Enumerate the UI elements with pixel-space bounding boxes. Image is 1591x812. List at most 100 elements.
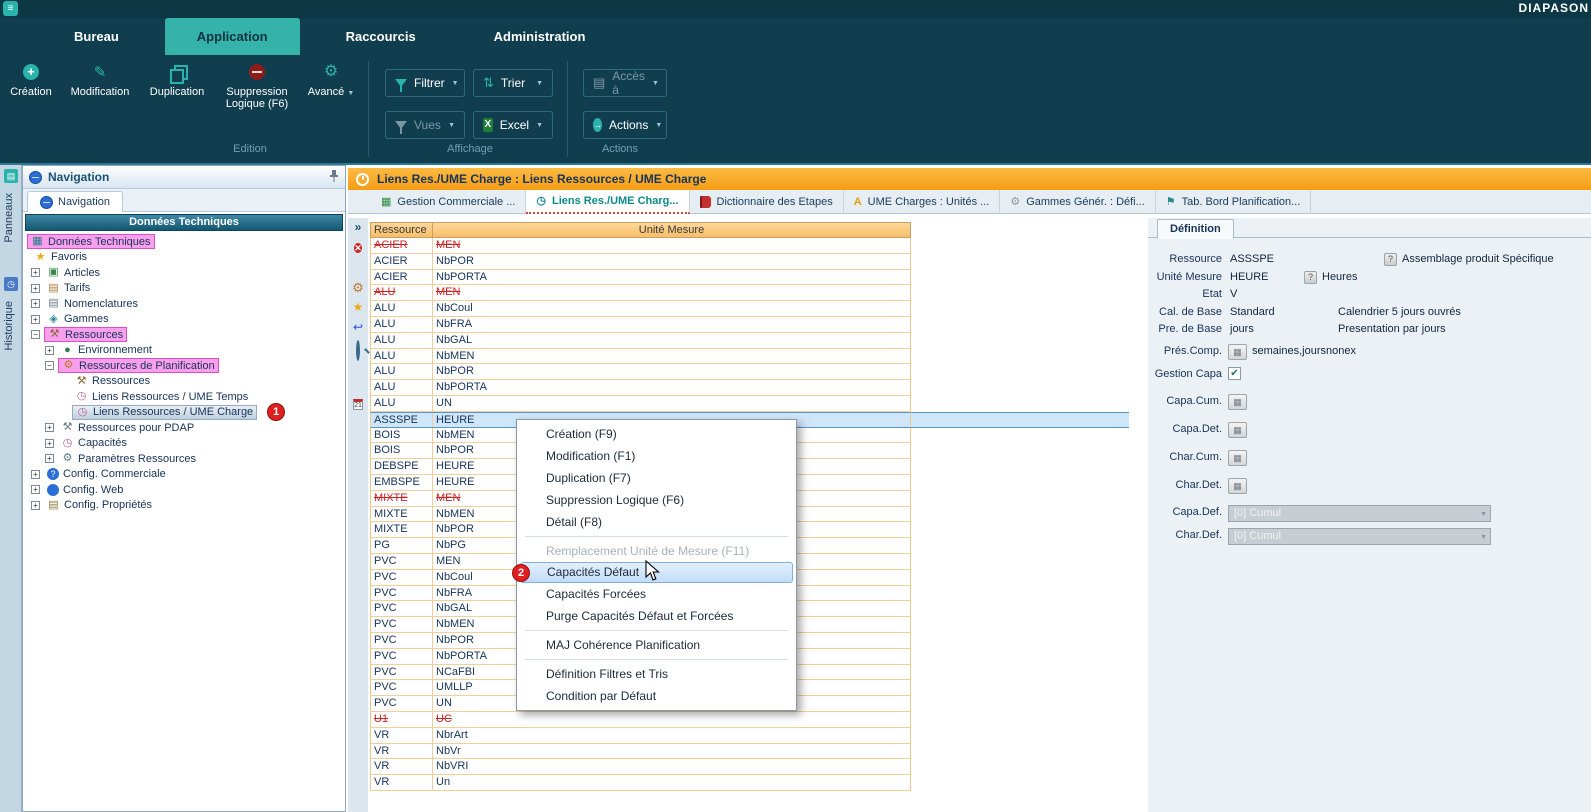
undo-arrow-icon[interactable]: ↩: [348, 320, 368, 334]
tree-item[interactable]: −⚒Ressources: [23, 327, 345, 343]
document-tab[interactable]: Dictionnaire des Etapes: [690, 190, 844, 214]
column-header-ressource[interactable]: Ressource: [371, 223, 433, 237]
char-det-button[interactable]: ▦: [1228, 478, 1247, 494]
menu-item[interactable]: Remplacement Unité de Mesure (F11): [520, 540, 793, 562]
table-row[interactable]: ACIERMEN: [370, 238, 911, 254]
document-tab[interactable]: AUME Charges : Unités ...: [844, 190, 1001, 214]
menu-item[interactable]: Définition Filtres et Tris: [520, 663, 793, 685]
menu-item[interactable]: Duplication (F7): [520, 467, 793, 489]
column-header-unite-mesure[interactable]: Unité Mesure: [433, 223, 910, 237]
tree-item[interactable]: +◷Capacités: [23, 436, 345, 452]
table-row[interactable]: ALUUN: [370, 396, 911, 412]
tree-item[interactable]: ◷Liens Ressources / UME Temps: [23, 389, 345, 405]
gestion-capa-checkbox[interactable]: ✔: [1228, 367, 1241, 380]
collapse-icon[interactable]: −: [31, 330, 40, 339]
document-tab[interactable]: ⚑Tab. Bord Planification...: [1156, 190, 1312, 214]
pin-icon[interactable]: [329, 169, 339, 185]
help-button[interactable]: ?: [1304, 271, 1317, 284]
menu-item[interactable]: Détail (F8): [520, 511, 793, 533]
tree-item[interactable]: +▤Config. Propriétés: [23, 498, 345, 514]
expand-icon[interactable]: +: [45, 423, 54, 432]
table-row[interactable]: ALUNbFRA: [370, 317, 911, 333]
table-row[interactable]: VRNbrArt: [370, 728, 911, 744]
tree-item[interactable]: +?Config. Commerciale: [23, 467, 345, 483]
table-row[interactable]: ALUNbGAL: [370, 333, 911, 349]
tree-item[interactable]: −⚙Ressources de Planification: [23, 358, 345, 374]
tree-item[interactable]: ⚒Ressources: [23, 374, 345, 390]
table-row[interactable]: ACIERNbPOR: [370, 254, 911, 270]
app-tab-application[interactable]: Application: [165, 18, 300, 55]
tree-item[interactable]: ▦Données Techniques: [23, 234, 345, 250]
tree-item[interactable]: +●Config. Web: [23, 482, 345, 498]
modification-button[interactable]: ✎ Modification: [62, 63, 138, 98]
app-tab-administration[interactable]: Administration: [462, 18, 618, 55]
menu-item[interactable]: Condition par Défaut: [520, 685, 793, 707]
expand-icon[interactable]: +: [31, 485, 40, 494]
char-def-dropdown[interactable]: [0] Cumul: [1228, 528, 1491, 545]
table-row[interactable]: VRNbVr: [370, 744, 911, 760]
capa-det-button[interactable]: ▦: [1228, 422, 1247, 438]
suppression-logique-button[interactable]: Suppression Logique (F6): [216, 63, 298, 110]
chevrons-icon[interactable]: »: [348, 220, 368, 234]
table-row[interactable]: VRUn: [370, 775, 911, 791]
expand-icon[interactable]: +: [31, 315, 40, 324]
table-row[interactable]: ALUNbPOR: [370, 364, 911, 380]
tree-item[interactable]: +▣Articles: [23, 265, 345, 281]
actions-button[interactable]: → Actions ▼: [583, 111, 667, 139]
expand-icon[interactable]: +: [45, 439, 54, 448]
table-row[interactable]: ALUNbPORTA: [370, 380, 911, 396]
app-tab-raccourcis[interactable]: Raccourcis: [314, 18, 448, 55]
menu-item[interactable]: Capacités Forcées: [520, 583, 793, 605]
expand-icon[interactable]: +: [45, 346, 54, 355]
tab-definition[interactable]: Définition: [1157, 219, 1234, 239]
table-row[interactable]: ALUNbMEN: [370, 349, 911, 365]
avance-button[interactable]: ⚙ Avancé ▼: [300, 63, 362, 98]
vues-button[interactable]: Vues ▼: [385, 111, 465, 139]
table-row[interactable]: ALUMEN: [370, 285, 911, 301]
acces-a-button[interactable]: ▤ Accès à ▼: [583, 69, 667, 97]
menu-item[interactable]: Suppression Logique (F6): [520, 489, 793, 511]
tree-item[interactable]: +▤Nomenclatures: [23, 296, 345, 312]
tree-item[interactable]: +●Environnement: [23, 343, 345, 359]
duplication-button[interactable]: Duplication: [142, 63, 212, 98]
collapse-icon[interactable]: −: [45, 361, 54, 370]
tab-navigation[interactable]: Navigation: [27, 191, 123, 212]
tree-item[interactable]: +⚙Paramètres Ressources: [23, 451, 345, 467]
table-row[interactable]: VRNbVRI: [370, 759, 911, 775]
dock-tab-panneaux[interactable]: Panneaux: [3, 193, 15, 243]
favorite-star-icon[interactable]: ★: [348, 300, 368, 314]
capa-cum-button[interactable]: ▦: [1228, 394, 1247, 410]
filtrer-button[interactable]: Filtrer ▼: [385, 69, 465, 97]
excel-button[interactable]: X Excel ▼: [473, 111, 553, 139]
tree-item[interactable]: +⚒Ressources pour PDAP: [23, 420, 345, 436]
document-tab[interactable]: ▦Gestion Commerciale ...: [371, 190, 526, 214]
tree-item[interactable]: ★Favoris: [23, 250, 345, 266]
menu-item[interactable]: MAJ Cohérence Planification: [520, 634, 793, 656]
document-tab[interactable]: ◷Liens Res./UME Charg...: [526, 190, 689, 214]
tree-item[interactable]: +◈Gammes: [23, 312, 345, 328]
menu-item[interactable]: Modification (F1): [520, 445, 793, 467]
trier-button[interactable]: ⇅ Trier ▼: [473, 69, 553, 97]
help-button[interactable]: ?: [1384, 253, 1397, 266]
expand-icon[interactable]: +: [45, 454, 54, 463]
capa-def-dropdown[interactable]: [0] Cumul: [1228, 505, 1491, 522]
tree-item[interactable]: +▤Tarifs: [23, 281, 345, 297]
delete-row-icon[interactable]: ✕: [348, 238, 368, 256]
table-row[interactable]: ALUNbCoul: [370, 301, 911, 317]
dock-tab-historique[interactable]: Historique: [3, 301, 15, 351]
document-tab[interactable]: ⚙Gammes Génér. : Défi...: [1000, 190, 1155, 214]
app-tab-bureau[interactable]: Bureau: [42, 18, 151, 55]
table-row[interactable]: U1UC: [370, 712, 911, 728]
tree-item[interactable]: ◷Liens Ressources / UME Charge1: [23, 405, 345, 421]
search-icon[interactable]: [348, 342, 368, 360]
menu-item[interactable]: Création (F9): [520, 423, 793, 445]
expand-icon[interactable]: +: [31, 501, 40, 510]
expand-icon[interactable]: +: [31, 470, 40, 479]
gear-sparkle-icon[interactable]: ⚙: [348, 280, 368, 296]
char-cum-button[interactable]: ▦: [1228, 450, 1247, 466]
expand-icon[interactable]: +: [31, 299, 40, 308]
expand-icon[interactable]: +: [31, 268, 40, 277]
grid-button[interactable]: ▦: [1228, 344, 1247, 360]
table-row[interactable]: ACIERNbPORTA: [370, 270, 911, 286]
calendar-icon[interactable]: 21: [348, 394, 368, 412]
